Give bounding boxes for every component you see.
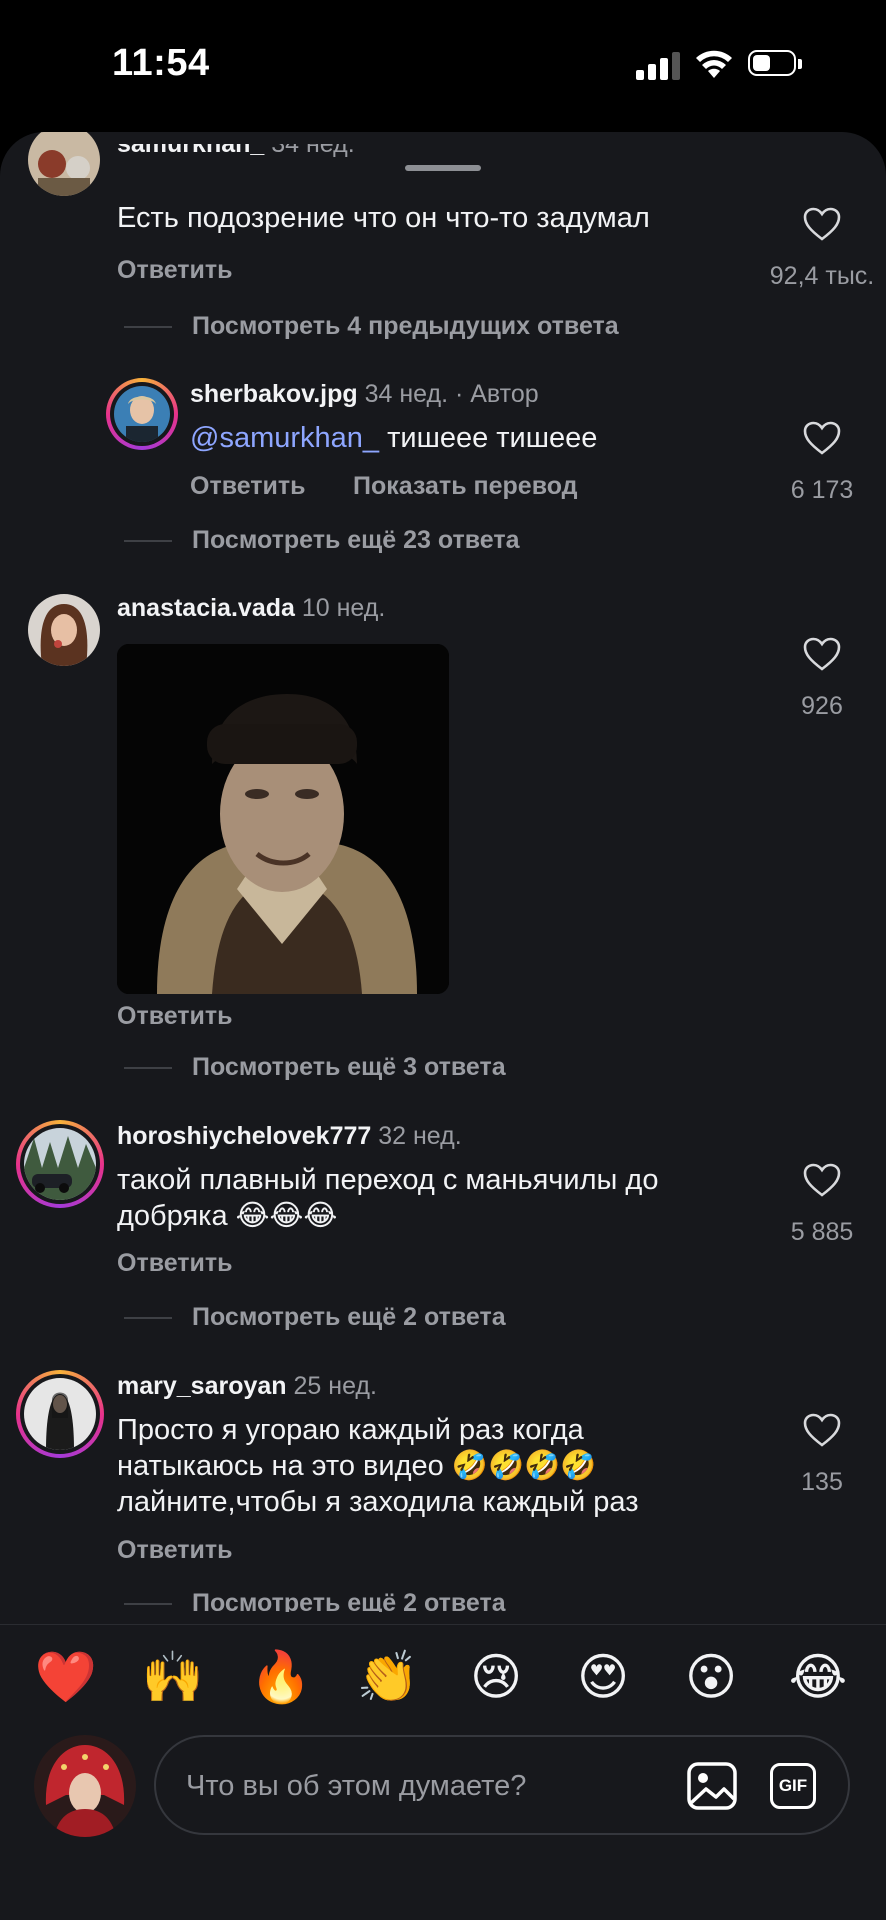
like-count: 6 173	[790, 476, 854, 504]
emoji-laughing-button[interactable]: 😂	[783, 1647, 853, 1707]
view-replies-button[interactable]: Посмотреть ещё 2 ответа	[192, 1303, 506, 1332]
avatar	[114, 386, 170, 442]
comment-input[interactable]	[184, 1737, 628, 1835]
emoji-heart-eyes-button[interactable]: 😍	[568, 1647, 638, 1707]
comment-username[interactable]: sherbakov.jpg 34 нед. · Автор	[190, 380, 539, 409]
emoji-surprised-button[interactable]: 😮	[676, 1647, 746, 1707]
like-count: 135	[801, 1468, 843, 1496]
reply-button[interactable]: Ответить	[117, 1536, 233, 1565]
comment-username[interactable]: anastacia.vada 10 нед.	[117, 594, 385, 623]
like-count: 92,4 тыс.	[769, 262, 875, 290]
battery-icon	[748, 50, 804, 78]
avatar[interactable]	[28, 132, 100, 196]
mention-link[interactable]: @samurkhan_	[190, 422, 379, 454]
avatar-story-ring[interactable]	[106, 378, 178, 450]
comment-username[interactable]: mary_saroyan 25 нед.	[117, 1372, 377, 1401]
divider	[0, 1624, 886, 1625]
view-replies-line	[124, 540, 172, 542]
avatar	[24, 1378, 96, 1450]
emoji-fire-button[interactable]: 🔥	[246, 1647, 316, 1707]
like-heart-icon[interactable]	[802, 420, 842, 456]
avatar	[24, 1128, 96, 1200]
status-bar: 11:54	[0, 0, 886, 135]
gif-button[interactable]: GIF	[770, 1763, 816, 1809]
like-count: 926	[801, 692, 843, 720]
view-replies-line	[124, 1317, 172, 1319]
like-heart-icon[interactable]	[802, 1412, 842, 1448]
view-replies-button[interactable]: Посмотреть ещё 2 ответа	[192, 1589, 506, 1612]
comments-sheet: samurkhan_ 34 нед. Есть подозрение что о…	[0, 132, 886, 1920]
like-heart-icon[interactable]	[802, 1162, 842, 1198]
wifi-icon	[696, 50, 732, 78]
current-user-avatar	[34, 1735, 136, 1837]
image-attach-icon[interactable]	[686, 1761, 738, 1811]
emoji-crying-button[interactable]: 😢	[461, 1647, 531, 1707]
reply-button[interactable]: Ответить	[117, 256, 233, 285]
view-replies-line	[124, 326, 172, 328]
comment-text-line: натыкаюсь на это видео 🤣🤣🤣🤣	[117, 1450, 597, 1482]
view-replies-line	[124, 1603, 172, 1605]
view-replies-button[interactable]: Посмотреть ещё 3 ответа	[192, 1053, 506, 1082]
like-count: 5 885	[790, 1218, 854, 1246]
emoji-raised-hands-button[interactable]: 🙌	[138, 1647, 208, 1707]
emoji-clap-button[interactable]: 👏	[353, 1647, 423, 1707]
cellular-signal-icon	[636, 50, 682, 80]
comment-text-line: добряка 😂😂😂	[117, 1200, 338, 1232]
status-time: 11:54	[112, 42, 210, 84]
reply-button[interactable]: Ответить	[117, 1249, 233, 1278]
view-replies-button[interactable]: Посмотреть ещё 23 ответа	[192, 526, 520, 555]
comment-text: @samurkhan_ тишеее тишеее	[190, 422, 598, 454]
comment-text-line: Просто я угораю каждый раз когда	[117, 1414, 584, 1446]
sheet-grabber[interactable]	[405, 165, 481, 171]
avatar-story-ring[interactable]	[16, 1120, 104, 1208]
comment-media-image[interactable]	[117, 644, 449, 994]
view-replies-line	[124, 1067, 172, 1069]
comment-composer: GIF	[154, 1735, 850, 1835]
avatar-story-ring[interactable]	[16, 1370, 104, 1458]
show-translation-button[interactable]: Показать перевод	[353, 472, 578, 501]
view-replies-button[interactable]: Посмотреть 4 предыдущих ответа	[192, 312, 619, 341]
comment-username[interactable]: samurkhan_ 34 нед.	[117, 144, 355, 159]
avatar[interactable]	[28, 594, 100, 666]
reply-button[interactable]: Ответить	[117, 1002, 233, 1031]
reply-button[interactable]: Ответить	[190, 472, 306, 501]
comment-text: Есть подозрение что он что-то задумал	[117, 202, 650, 234]
emoji-heart-button[interactable]: ❤️	[31, 1647, 101, 1707]
like-heart-icon[interactable]	[802, 636, 842, 672]
comment-text-line: такой плавный переход с маньячилы до	[117, 1164, 659, 1196]
comment-username[interactable]: horoshiychelovek777 32 нед.	[117, 1122, 462, 1151]
comment-text-line: лайните,чтобы я заходила каждый раз	[117, 1486, 639, 1518]
like-heart-icon[interactable]	[802, 206, 842, 242]
